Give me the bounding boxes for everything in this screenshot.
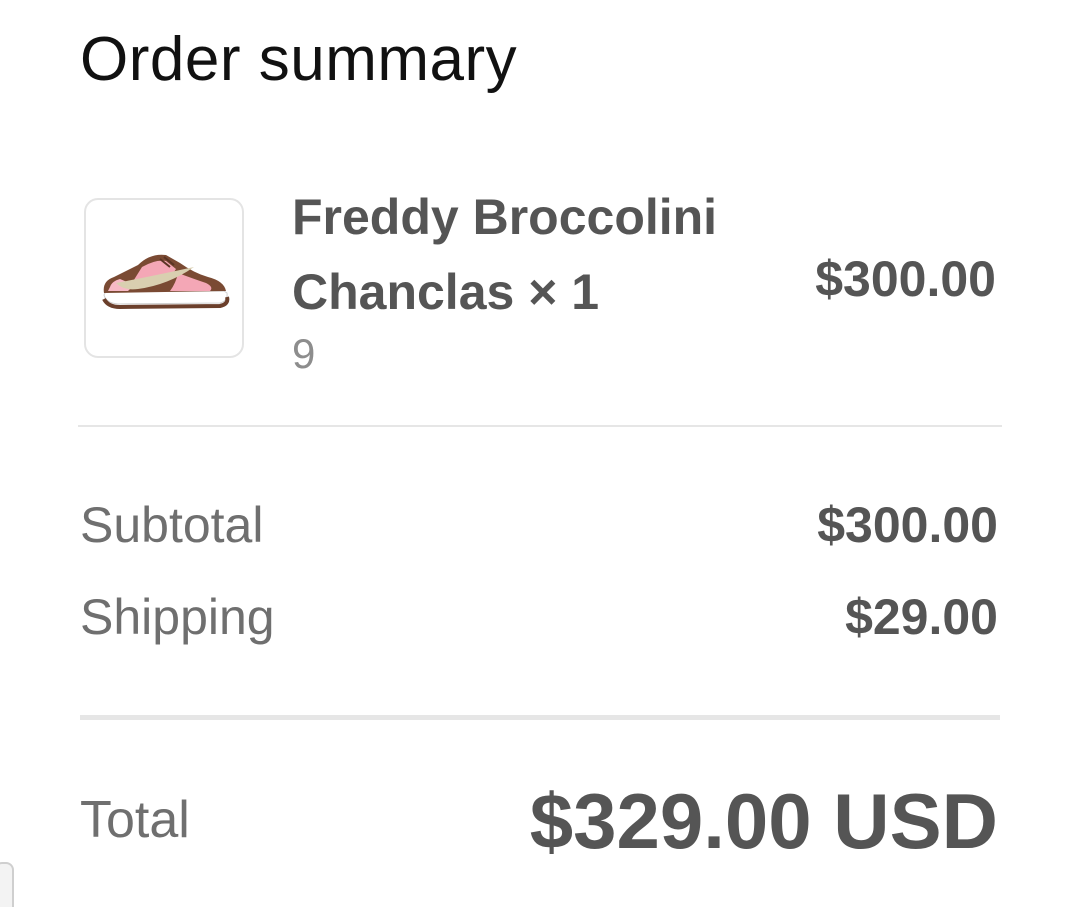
product-name: Freddy Broccolini Chanclas × 1 [292,189,718,320]
divider [78,425,1002,427]
total-divider [80,715,1000,720]
shipping-label: Shipping [80,589,275,645]
subtotal-label: Subtotal [80,497,264,553]
total-label: Total [80,791,190,849]
edge-handle[interactable] [0,862,14,907]
subtotal-value: $300.00 [817,497,998,553]
shipping-value: $29.00 [845,589,998,645]
product-price: $300.00 [815,251,996,307]
page-title: Order summary [80,25,518,94]
order-summary-panel: Order summary Freddy Broccolini Chanclas… [0,0,1080,907]
product-variant: 9 [292,330,316,377]
total-value: $329.00 USD [529,777,998,865]
sneaker-image [102,254,230,310]
product-thumbnail[interactable] [84,198,244,358]
